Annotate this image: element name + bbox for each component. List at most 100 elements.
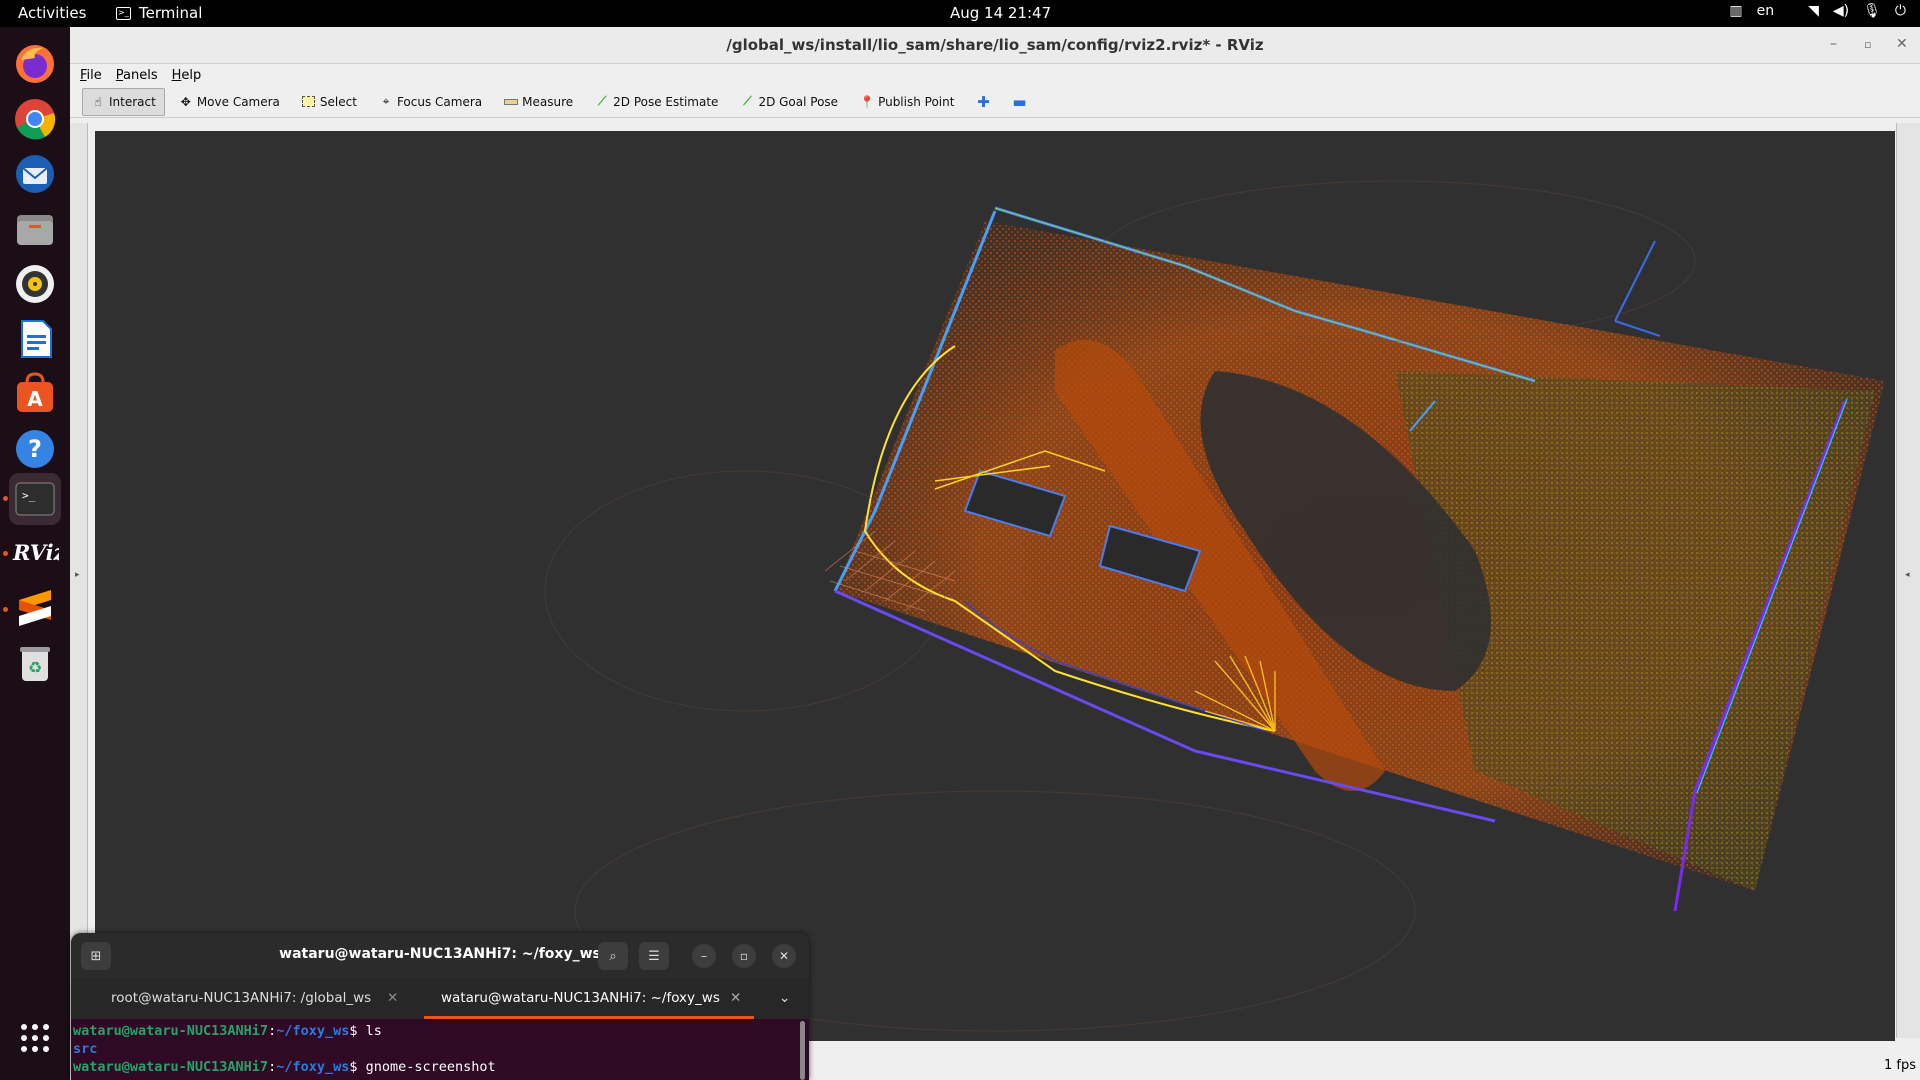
tool-2d-goal-pose[interactable]: ⟋ 2D Goal Pose (732, 88, 846, 116)
language-indicator[interactable]: en (1757, 3, 1775, 19)
select-icon (302, 95, 316, 109)
tool-label: Focus Camera (396, 94, 483, 109)
point-cloud-map (544, 180, 1885, 1032)
minus-icon: ▬ (1012, 92, 1027, 111)
terminal-line: src (73, 1040, 809, 1058)
hamburger-menu-icon[interactable]: ☰ (639, 942, 669, 970)
svg-text:RViz: RViz (12, 540, 59, 565)
terminal-line: wataru@wataru-NUC13ANHi7:~/foxy_ws$ ls (73, 1023, 382, 1039)
help-icon[interactable]: ? (11, 425, 59, 473)
tool-select[interactable]: Select (294, 88, 365, 116)
terminal-tabs: root@wataru-NUC13ANHi7: /global_ws ✕ wat… (71, 979, 809, 1019)
close-button[interactable]: ✕ (772, 944, 796, 968)
terminal-headerbar[interactable]: ⊞ wataru@wataru-NUC13ANHi7: ~/foxy_ws ⌕ … (71, 933, 809, 979)
terminal-line: wataru@wataru-NUC13ANHi7:~/foxy_ws$ gnom… (73, 1059, 496, 1075)
running-indicator (3, 607, 8, 612)
svg-text:A: A (27, 387, 43, 411)
3d-viewport[interactable] (95, 131, 1895, 1041)
right-panel-collapse[interactable]: ◂ (1896, 123, 1920, 1038)
running-indicator (3, 496, 8, 501)
command: ls (365, 1023, 382, 1039)
system-tray[interactable]: ▥ en ◥ ◀) 🎙 ⏻ (1729, 3, 1906, 19)
prompt-user: wataru@wataru-NUC13ANHi7 (73, 1023, 269, 1039)
expand-right-icon: ◂ (1905, 570, 1910, 580)
show-applications-icon[interactable] (14, 1017, 56, 1059)
rviz-icon[interactable]: RViz (11, 529, 59, 577)
expand-left-icon: ▸ (75, 570, 80, 580)
app-name: Terminal (139, 4, 203, 22)
tool-label: Measure (522, 94, 574, 109)
left-panel-collapse[interactable]: ▸ (70, 123, 88, 1038)
prompt-user: wataru@wataru-NUC13ANHi7 (73, 1059, 269, 1075)
menu-file[interactable]: File (80, 68, 102, 83)
menu-help[interactable]: Help (172, 68, 202, 83)
maximize-button[interactable]: ▫ (1864, 38, 1871, 51)
thunderbird-icon[interactable] (11, 150, 59, 198)
maximize-button[interactable]: ▫ (732, 944, 756, 968)
microphone-icon[interactable]: 🎙 (1863, 3, 1881, 19)
close-button[interactable]: ✕ (1896, 36, 1908, 52)
green-arrow-icon: ⟋ (743, 94, 752, 108)
tool-interact[interactable]: ☝ Interact (82, 87, 165, 116)
tool-2d-pose-estimate[interactable]: ⟋ 2D Pose Estimate (587, 88, 726, 116)
tool-move-camera[interactable]: ✥ Move Camera (171, 88, 288, 116)
tool-label: 2D Pose Estimate (613, 94, 719, 109)
minimize-button[interactable]: – (692, 944, 716, 968)
clock[interactable]: Aug 14 21:47 (950, 4, 1051, 22)
search-icon[interactable]: ⌕ (598, 942, 628, 970)
rhythmbox-icon[interactable] (11, 260, 59, 308)
files-icon[interactable] (11, 205, 59, 253)
tab-foxy-ws[interactable]: wataru@wataru-NUC13ANHi7: ~/foxy_ws (441, 990, 720, 1006)
tool-measure[interactable]: Measure (496, 88, 581, 116)
window-title: /global_ws/install/lio_sam/share/lio_sam… (726, 36, 1264, 54)
svg-text:>_: >_ (22, 489, 36, 502)
tool-label: Interact (109, 94, 156, 109)
power-icon[interactable]: ⏻ (1895, 3, 1906, 19)
tab-global-ws[interactable]: root@wataru-NUC13ANHi7: /global_ws (111, 990, 371, 1006)
tool-label: Move Camera (196, 94, 280, 109)
ruler-icon (504, 95, 519, 109)
command-output: src (73, 1041, 98, 1057)
prompt-path: ~/foxy_ws (276, 1023, 350, 1039)
terminal-scrollbar[interactable] (800, 1021, 805, 1080)
green-arrow-icon: ⟋ (597, 94, 607, 108)
terminal-output[interactable]: wataru@wataru-NUC13ANHi7:~/foxy_ws$ ls s… (71, 1019, 809, 1080)
menu-panels[interactable]: Panels (116, 68, 158, 83)
add-tool-button[interactable]: ✚ (968, 88, 998, 116)
window-titlebar[interactable]: /global_ws/install/lio_sam/share/lio_sam… (70, 27, 1920, 64)
terminal-app-icon: >_ (116, 6, 131, 20)
input-method-icon[interactable]: ▥ (1729, 3, 1742, 19)
remove-tool-button[interactable]: ▬ (1004, 88, 1034, 116)
move-icon: ✥ (180, 94, 191, 109)
wifi-icon[interactable]: ◥ (1808, 3, 1819, 19)
tab-close-icon[interactable]: ✕ (387, 990, 398, 1006)
map-pin-icon: 📍 (859, 94, 875, 109)
tool-publish-point[interactable]: 📍 Publish Point (852, 88, 962, 116)
terminal-window[interactable]: ⊞ wataru@wataru-NUC13ANHi7: ~/foxy_ws ⌕ … (71, 933, 809, 1080)
volume-icon[interactable]: ◀) (1833, 3, 1849, 19)
tool-label: Select (319, 94, 357, 109)
activities-button[interactable]: Activities (18, 4, 86, 22)
software-icon[interactable]: A (11, 370, 59, 418)
tool-bar: ☝ Interact ✥ Move Camera Select ⌖ Focus … (70, 86, 1920, 118)
minimize-button[interactable]: – (1830, 36, 1837, 52)
fps-readout: 1 fps (1883, 1058, 1916, 1073)
tab-list-chevron-icon[interactable]: ⌄ (779, 990, 790, 1006)
tool-focus-camera[interactable]: ⌖ Focus Camera (371, 88, 490, 116)
plus-icon: ✚ (977, 92, 990, 111)
writer-icon[interactable] (11, 315, 59, 363)
firefox-icon[interactable] (11, 40, 59, 88)
svg-text:?: ? (28, 435, 42, 463)
trash-icon[interactable]: ♻ (11, 639, 59, 687)
tool-label: Publish Point (878, 94, 955, 109)
terminal-icon[interactable]: >_ (9, 473, 61, 525)
top-bar: Activities >_ Terminal Aug 14 21:47 ▥ en… (0, 0, 1920, 27)
svg-text:♻: ♻ (28, 658, 42, 677)
command: gnome-screenshot (365, 1059, 496, 1075)
chrome-icon[interactable] (11, 95, 59, 143)
app-menu[interactable]: >_ Terminal (116, 4, 202, 22)
tab-close-icon[interactable]: ✕ (730, 990, 741, 1006)
prompt-path: ~/foxy_ws (276, 1059, 350, 1075)
running-indicator (3, 551, 8, 556)
sublime-icon[interactable] (11, 584, 59, 632)
